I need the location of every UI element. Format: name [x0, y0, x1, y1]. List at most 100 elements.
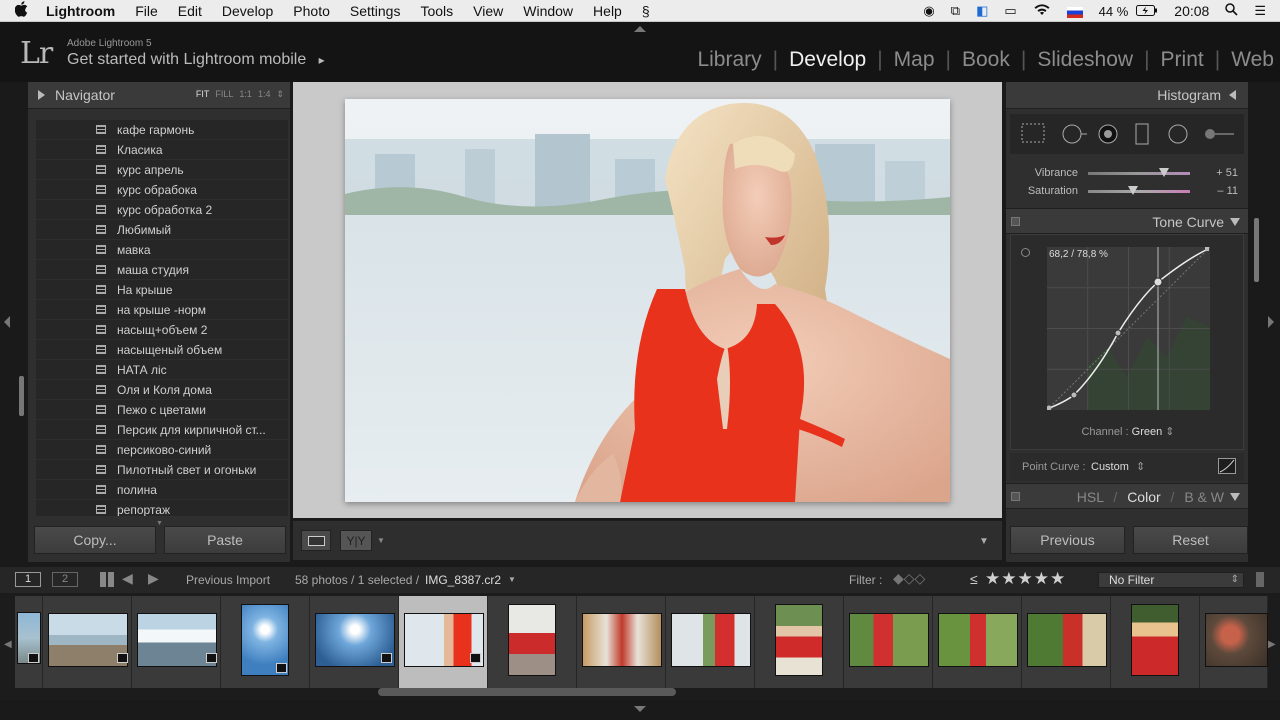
preset-item[interactable]: на крыше -норм [36, 300, 288, 320]
battery-icon[interactable] [1136, 4, 1166, 19]
preset-item[interactable]: насыщеный объем [36, 340, 288, 360]
apple-icon[interactable] [0, 0, 44, 21]
menu-settings[interactable]: Settings [340, 3, 411, 19]
zoom-fill[interactable]: FILL [215, 89, 233, 100]
crop-tool-icon[interactable] [1022, 124, 1044, 142]
rating-operator[interactable]: ≤ [970, 571, 978, 587]
zoom-fit[interactable]: FIT [196, 89, 210, 100]
filmstrip-scrollbar[interactable] [378, 688, 676, 696]
filmstrip-cell[interactable] [43, 596, 132, 688]
module-slideshow[interactable]: Slideshow [1029, 48, 1141, 72]
filmstrip-cell[interactable] [1022, 596, 1111, 688]
channel-value[interactable]: Green [1132, 426, 1163, 438]
preset-item[interactable]: маша студия [36, 260, 288, 280]
source-label[interactable]: Previous Import [186, 573, 270, 587]
point-curve-value[interactable]: Custom [1091, 461, 1129, 473]
clock[interactable]: 20:08 [1166, 3, 1217, 19]
preset-item[interactable]: Оля и Коля дома [36, 380, 288, 400]
tab-color[interactable]: Color [1127, 489, 1160, 505]
filmstrip-right-arrow-icon[interactable]: ▶ [1268, 639, 1276, 650]
loupe-view-icon[interactable] [301, 530, 331, 551]
copy-button[interactable]: Copy... [34, 526, 156, 554]
script-menu-icon[interactable]: § [632, 3, 660, 19]
histogram-header[interactable]: Histogram [1006, 82, 1248, 109]
zoom-1-1[interactable]: 1:1 [239, 89, 252, 100]
tone-curve-graph[interactable]: 68,2 / 78,8 % [1046, 246, 1211, 411]
paste-button[interactable]: Paste [164, 526, 286, 554]
window-1-button[interactable]: 1 [15, 572, 41, 587]
filter-select[interactable]: No Filter ⇕ [1098, 572, 1244, 588]
flag-filter-icons[interactable]: ◆◇◇ [893, 570, 925, 587]
menu-edit[interactable]: Edit [168, 3, 212, 19]
module-map[interactable]: Map [886, 48, 943, 72]
target-adjust-icon[interactable] [1021, 248, 1030, 257]
filmstrip-cell[interactable] [15, 596, 43, 688]
module-develop[interactable]: Develop [781, 48, 874, 72]
zoom-1-4[interactable]: 1:4 [258, 89, 271, 100]
tone-curve-header[interactable]: Tone Curve [1006, 208, 1248, 234]
before-after-dropdown-icon[interactable]: ▼ [377, 536, 385, 545]
hsl-header[interactable]: HSL / Color / B & W [1006, 483, 1248, 509]
preset-item[interactable]: полина [36, 480, 288, 500]
tab-bw[interactable]: B & W [1184, 489, 1224, 505]
preset-item[interactable]: персиково-синий [36, 440, 288, 460]
thumbnail[interactable] [775, 604, 823, 676]
module-book[interactable]: Book [954, 48, 1018, 72]
record-icon[interactable]: ◉ [915, 3, 942, 19]
hsl-switch[interactable] [1011, 492, 1020, 501]
mobile-promo-link[interactable]: Get started with Lightroom mobile ▸ [67, 51, 325, 69]
thumbnail[interactable] [1205, 613, 1268, 667]
filmstrip-cell-selected[interactable] [399, 596, 488, 688]
tab-hsl[interactable]: HSL [1077, 489, 1104, 505]
preset-item[interactable]: Пежо с цветами [36, 400, 288, 420]
filmstrip-cell[interactable] [310, 596, 399, 688]
left-panel-toggle-icon[interactable] [4, 316, 10, 328]
zoom-stepper-icon[interactable]: ⇕ [276, 89, 284, 100]
filmstrip-cell[interactable] [666, 596, 755, 688]
vibrance-slider[interactable]: Vibrance + 51 [1006, 164, 1248, 182]
thumbnail[interactable] [671, 613, 751, 667]
tone-curve-switch[interactable] [1011, 217, 1020, 226]
thumbnail[interactable] [508, 604, 556, 676]
point-curve-stepper-icon[interactable]: ⇕ [1136, 460, 1145, 473]
teamviewer-icon[interactable]: ◧ [968, 3, 996, 19]
thumbnail[interactable] [849, 613, 929, 667]
preset-item[interactable]: курс обработка 2 [36, 200, 288, 220]
preset-item[interactable]: мавка [36, 240, 288, 260]
menu-file[interactable]: File [125, 3, 168, 19]
wifi-icon[interactable] [1025, 3, 1059, 19]
filmstrip-cell[interactable] [844, 596, 933, 688]
thumbnail[interactable] [1027, 613, 1107, 667]
spotlight-icon[interactable] [1217, 3, 1246, 19]
window-2-button[interactable]: 2 [52, 572, 78, 587]
right-panel-toggle-icon[interactable] [1268, 316, 1274, 328]
rating-stars[interactable]: ★★★★★ [985, 569, 1066, 589]
filmstrip-cell[interactable] [221, 596, 310, 688]
menu-window[interactable]: Window [513, 3, 583, 19]
graduated-filter-tool-icon[interactable] [1134, 124, 1150, 146]
airplay-icon[interactable]: ▭ [996, 3, 1024, 19]
spot-removal-icon[interactable] [1060, 124, 1086, 142]
window-switch-icon[interactable]: ⧉ [943, 3, 968, 19]
filmstrip-cell[interactable] [1200, 596, 1268, 688]
preset-item[interactable]: НАТА ліс [36, 360, 288, 380]
selected-filename[interactable]: IMG_8387.cr2 [425, 573, 501, 587]
filename-dropdown-icon[interactable]: ▼ [508, 575, 516, 584]
main-photo[interactable] [345, 99, 950, 502]
language-flag-icon[interactable] [1059, 4, 1091, 19]
previous-button[interactable]: Previous [1010, 526, 1125, 554]
saturation-track[interactable] [1088, 190, 1190, 193]
menu-tools[interactable]: Tools [410, 3, 463, 19]
vibrance-value[interactable]: + 51 [1216, 167, 1238, 179]
vibrance-knob[interactable] [1158, 168, 1169, 177]
top-panel-toggle-icon[interactable] [634, 26, 646, 32]
thumbnail[interactable] [1131, 604, 1179, 676]
module-library[interactable]: Library [689, 48, 769, 72]
thumbnail[interactable] [137, 613, 217, 667]
thumbnail[interactable] [582, 613, 662, 667]
preset-item[interactable]: насыщ+объем 2 [36, 320, 288, 340]
back-arrow-icon[interactable]: ◀ [122, 570, 133, 587]
preset-item[interactable]: репортаж [36, 500, 288, 516]
notification-center-icon[interactable]: ☰ [1246, 3, 1280, 19]
reset-button[interactable]: Reset [1133, 526, 1248, 554]
